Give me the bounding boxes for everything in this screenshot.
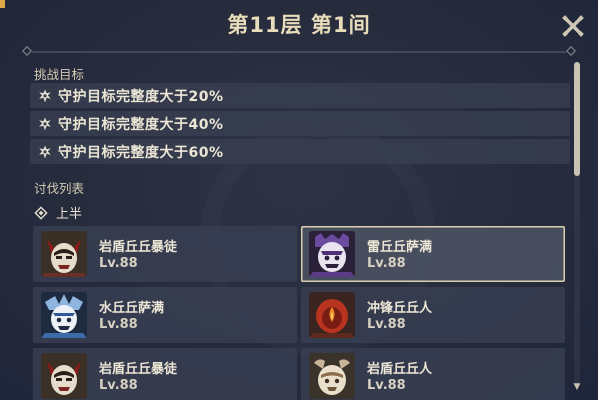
corner-marker	[0, 0, 5, 8]
enemy-card[interactable]: 水丘丘萨满 Lv.88	[33, 287, 297, 343]
page-title: 第11层 第1间	[227, 13, 371, 37]
star-icon	[39, 145, 51, 158]
star-icon	[39, 117, 51, 130]
enemy-level: Lv.88	[99, 378, 138, 393]
abyss-chamber-panel: 第11层 第1间 ▼ 挑战目标 守护目标完整度大于20% 守护目标完整度大于40…	[0, 0, 598, 400]
enemy-name: 冲锋丘丘人	[367, 301, 433, 316]
scrollbar-thumb[interactable]	[574, 62, 580, 176]
goal-row: 守护目标完整度大于60%	[30, 139, 570, 164]
goal-row: 守护目标完整度大于20%	[30, 83, 570, 108]
enemy-level: Lv.88	[99, 256, 138, 271]
enemy-level: Lv.88	[367, 378, 406, 393]
goals-section-label: 挑战目标	[34, 67, 85, 82]
hilichurl-shield-portrait-icon	[309, 353, 355, 399]
enemy-level: Lv.88	[367, 317, 406, 332]
hilichurl-mitachurl-portrait-icon	[41, 353, 87, 399]
title-divider	[22, 46, 576, 56]
half-label: 上半	[56, 207, 83, 222]
hilichurl-berserker-portrait-icon	[309, 292, 355, 338]
goal-text: 守护目标完整度大于60%	[58, 144, 224, 161]
enemy-card[interactable]: 冲锋丘丘人 Lv.88	[301, 287, 565, 343]
enemy-list-label: 讨伐列表	[34, 181, 85, 196]
first-half-header: 上半	[34, 203, 82, 222]
enemy-name: 岩盾丘丘暴徒	[99, 362, 178, 377]
enemy-card[interactable]: 岩盾丘丘暴徒 Lv.88	[33, 348, 297, 400]
hilichurl-mitachurl-portrait-icon	[41, 231, 87, 277]
enemy-name: 岩盾丘丘暴徒	[99, 240, 178, 255]
enemy-name: 岩盾丘丘人	[367, 362, 433, 377]
enemy-level: Lv.88	[367, 256, 406, 271]
hydro-samachurl-portrait-icon	[41, 292, 87, 338]
close-icon	[562, 15, 584, 37]
close-button[interactable]	[560, 13, 586, 39]
goal-text: 守护目标完整度大于40%	[58, 116, 224, 133]
enemy-card[interactable]: 岩盾丘丘人 Lv.88	[301, 348, 565, 400]
goal-text: 守护目标完整度大于20%	[58, 88, 224, 105]
electro-samachurl-portrait-icon	[309, 231, 355, 277]
enemy-name: 水丘丘萨满	[99, 301, 165, 316]
goal-row: 守护目标完整度大于40%	[30, 111, 570, 136]
enemy-card[interactable]: 岩盾丘丘暴徒 Lv.88	[33, 226, 297, 282]
diamond-icon	[34, 205, 48, 220]
enemy-card-selected[interactable]: 雷丘丘萨满 Lv.88	[301, 226, 565, 282]
star-icon	[39, 89, 51, 102]
enemy-name: 雷丘丘萨满	[367, 240, 433, 255]
scroll-down-icon[interactable]: ▼	[571, 382, 583, 392]
enemy-level: Lv.88	[99, 317, 138, 332]
